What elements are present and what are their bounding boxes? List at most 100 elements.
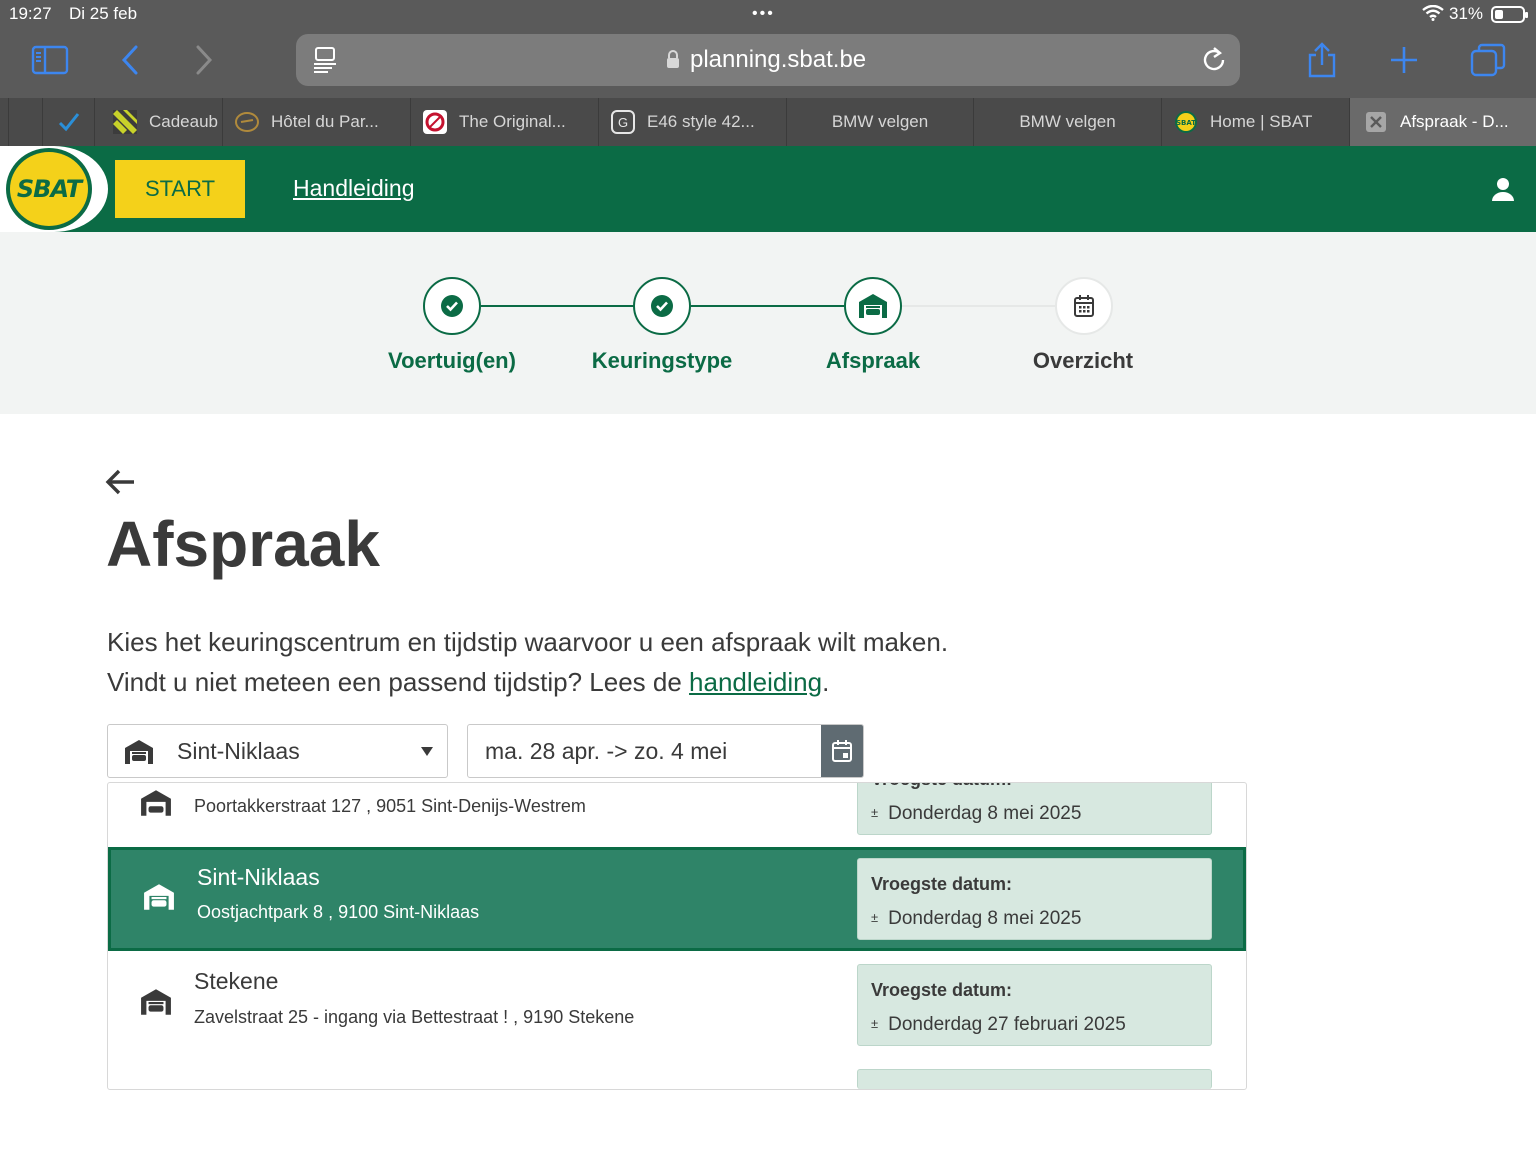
intro-manual-link[interactable]: handleiding <box>689 667 822 697</box>
tab-title: BMW velgen <box>1019 112 1116 131</box>
calendar-icon <box>832 740 852 762</box>
earliest-date-label: Vroegste datum: <box>871 874 1013 894</box>
share-button[interactable] <box>1300 40 1344 80</box>
multitasking-dots[interactable]: ••• <box>752 5 775 23</box>
tab-checked[interactable] <box>42 98 94 146</box>
user-icon[interactable] <box>1490 176 1516 202</box>
list-item[interactable]: Stekene Zavelstraat 25 - ingang via Bett… <box>108 953 1246 1057</box>
status-date: Di 25 feb <box>69 4 138 23</box>
earliest-date-label: Vroegste datum: <box>871 783 1012 790</box>
tab-overview-button[interactable] <box>1466 40 1510 80</box>
earliest-date-value: ± Donderdag 27 februari 2025 <box>871 1014 1126 1036</box>
intro-suffix: . <box>822 667 830 697</box>
svg-text:G: G <box>618 115 628 130</box>
step-label: Overzicht <box>1032 348 1134 373</box>
battery-percentage: 31% <box>1449 4 1484 23</box>
earliest-date-value: ± Donderdag 8 mei 2025 <box>871 803 1081 825</box>
list-item[interactable]: Poortakkerstraat 127 , 9051 Sint-Denijs-… <box>108 783 1246 847</box>
g-icon: G <box>611 110 635 134</box>
step-appointment <box>844 277 902 335</box>
tab-bar: Cadeaub Hôtel du Par... The Original... … <box>0 98 1536 146</box>
intro-line-2: Vindt u niet meteen een passend tijdstip… <box>107 662 1107 702</box>
calendar-button[interactable] <box>821 725 863 777</box>
back-arrow-icon[interactable] <box>105 466 137 498</box>
tab-e46[interactable]: G E46 style 42... <box>598 98 786 146</box>
url-text[interactable]: planning.sbat.be <box>690 46 866 74</box>
step-overview <box>1055 277 1113 335</box>
step-label: Afspraak <box>825 348 921 373</box>
step-vehicle[interactable] <box>423 277 481 335</box>
new-tab-button[interactable] <box>1382 40 1426 80</box>
tab-hotel[interactable]: Hôtel du Par... <box>222 98 410 146</box>
tab-title: Afspraak - D... <box>1400 112 1509 131</box>
progress-stepper: Voertuig(en) Keuringstype Afspraak Overz… <box>0 232 1536 414</box>
earliest-date-card <box>857 1069 1212 1089</box>
tab-bmw-velgen-2[interactable]: BMW velgen <box>973 98 1161 146</box>
step-inspection-type[interactable] <box>633 277 691 335</box>
tab-cadeaub[interactable]: Cadeaub <box>94 98 222 146</box>
list-item-selected[interactable]: Sint-Niklaas Oostjachtpark 8 , 9100 Sint… <box>108 847 1246 951</box>
garage-icon <box>141 989 171 1015</box>
earliest-date-text: Donderdag 8 mei 2025 <box>888 803 1082 824</box>
stripes-icon <box>113 110 137 134</box>
step-label: Keuringstype <box>591 348 733 373</box>
step-connector <box>691 305 844 307</box>
svg-text:SBAT: SBAT <box>1176 119 1196 127</box>
earliest-date-card: Vroegste datum: ± Donderdag 8 mei 2025 <box>857 858 1212 940</box>
check-circle-icon <box>651 295 673 317</box>
center-name: Sint-Niklaas <box>197 864 320 890</box>
tab-title: Home | SBAT <box>1210 112 1313 131</box>
page-title: Afspraak <box>106 508 380 580</box>
inspection-center-select[interactable]: Sint-Niklaas <box>107 724 448 778</box>
lock-icon <box>667 50 679 68</box>
tab-afspraak-active[interactable]: Afspraak - D... <box>1349 98 1536 146</box>
sbat-logo[interactable]: SBAT <box>6 148 92 230</box>
status-time: 19:27 <box>9 4 52 23</box>
earliest-date-text: Donderdag 8 mei 2025 <box>888 908 1082 929</box>
status-bar: 19:27 Di 25 feb ••• 31% <box>0 0 1536 28</box>
step-connector <box>481 305 634 307</box>
check-circle-icon <box>441 295 463 317</box>
garage-icon <box>144 884 174 910</box>
garage-icon <box>125 740 153 764</box>
manual-link[interactable]: Handleiding <box>293 175 414 202</box>
tab-title: The Original... <box>459 112 566 131</box>
list-item[interactable] <box>108 1059 1246 1089</box>
reader-icon[interactable] <box>312 46 338 74</box>
forward-button[interactable] <box>182 40 226 80</box>
tab-original[interactable]: The Original... <box>410 98 598 146</box>
date-range-input[interactable]: ma. 28 apr. -> zo. 4 mei <box>467 724 864 778</box>
earliest-date-card: Vroegste datum: ± Donderdag 8 mei 2025 <box>857 783 1212 835</box>
tab-pinned[interactable] <box>8 98 42 146</box>
logo-area: SBAT <box>0 146 108 232</box>
address-bar[interactable]: planning.sbat.be <box>296 34 1240 86</box>
hotel-icon <box>235 110 259 134</box>
close-tab-icon[interactable] <box>1364 110 1388 134</box>
garage-icon <box>141 790 171 816</box>
intro-line-2-text: Vindt u niet meteen een passend tijdstip… <box>107 667 690 697</box>
center-name: Stekene <box>194 968 279 994</box>
original-icon <box>423 110 447 134</box>
logo-text: SBAT <box>10 152 88 226</box>
calendar-icon <box>1074 295 1094 317</box>
back-button[interactable] <box>108 40 152 80</box>
center-address: Poortakkerstraat 127 , 9051 Sint-Denijs-… <box>194 796 586 816</box>
earliest-date-text: Donderdag 27 februari 2025 <box>888 1014 1126 1035</box>
tab-title: Hôtel du Par... <box>271 112 379 131</box>
intro-line-1: Kies het keuringscentrum en tijdstip waa… <box>107 627 949 657</box>
site-header: SBAT START Handleiding <box>0 146 1536 232</box>
sidebar-icon <box>31 45 69 75</box>
tab-home-sbat[interactable]: SBAT Home | SBAT <box>1161 98 1349 146</box>
center-dropdown-list: Poortakkerstraat 127 , 9051 Sint-Denijs-… <box>107 782 1247 1090</box>
garage-icon <box>859 294 887 318</box>
start-button[interactable]: START <box>115 160 245 218</box>
tab-bmw-velgen-1[interactable]: BMW velgen <box>786 98 973 146</box>
selected-center: Sint-Niklaas <box>177 738 300 764</box>
center-address: Zavelstraat 25 - ingang via Bettestraat … <box>194 1007 635 1027</box>
reload-icon[interactable] <box>1200 46 1228 74</box>
browser-toolbar: planning.sbat.be <box>0 28 1536 98</box>
step-label: Voertuig(en) <box>388 348 516 373</box>
tabs-icon <box>1470 43 1506 77</box>
approx-symbol: ± <box>871 805 879 820</box>
sidebar-toggle-button[interactable] <box>28 40 72 80</box>
